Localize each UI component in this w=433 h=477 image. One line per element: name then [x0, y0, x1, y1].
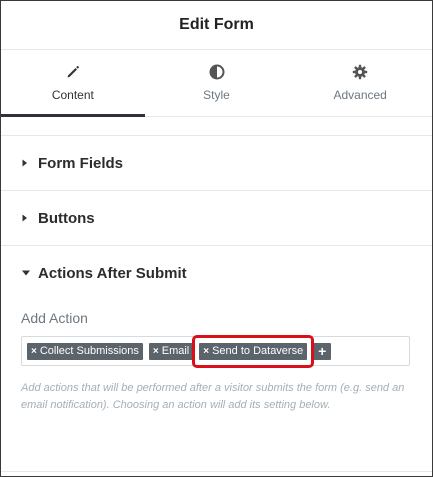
tab-style-label: Style — [203, 88, 230, 102]
remove-tag-icon[interactable]: × — [203, 346, 209, 357]
actions-section-body: Add Action × Collect Submissions × Email… — [1, 310, 432, 414]
section-title: Actions After Submit — [38, 264, 187, 282]
section-actions-after-submit[interactable]: Actions After Submit — [1, 245, 432, 300]
tab-content-label: Content — [51, 88, 94, 102]
tab-advanced[interactable]: Advanced — [288, 50, 432, 116]
action-tag-label: Send to Dataverse — [212, 345, 304, 357]
section-buttons[interactable]: Buttons — [1, 190, 432, 245]
half-circle-icon — [209, 64, 225, 80]
action-tag: × Email — [148, 342, 194, 360]
action-tag-highlighted: × Send to Dataverse — [192, 334, 315, 368]
caret-down-icon — [21, 269, 35, 277]
action-tag: × Collect Submissions — [27, 342, 143, 360]
tab-content[interactable]: Content — [1, 50, 145, 117]
remove-tag-icon[interactable]: × — [31, 346, 37, 357]
add-action-button[interactable]: + — [313, 342, 332, 360]
spacer — [1, 117, 432, 135]
pencil-icon — [66, 64, 80, 80]
remove-tag-icon[interactable]: × — [153, 346, 159, 357]
panel-title: Edit Form — [179, 16, 254, 33]
action-tag-label: Email — [161, 345, 190, 357]
caret-right-icon — [21, 158, 35, 168]
panel-tabs: Content Style Advanced — [1, 50, 432, 117]
add-action-label: Add Action — [21, 310, 88, 326]
action-tags-input[interactable]: × Collect Submissions × Email × Send to … — [21, 334, 410, 368]
panel-header: Edit Form — [1, 1, 432, 50]
edit-form-panel: Edit Form Content Style Advanced Form Fi… — [0, 0, 433, 477]
section-form-fields[interactable]: Form Fields — [1, 135, 432, 190]
section-title: Form Fields — [38, 154, 124, 172]
action-tag-label: Collect Submissions — [39, 345, 139, 357]
caret-right-icon — [21, 213, 35, 223]
help-text: Add actions that will be performed after… — [21, 382, 405, 411]
tab-advanced-label: Advanced — [333, 88, 387, 102]
gear-icon — [352, 64, 368, 80]
section-title: Buttons — [38, 209, 95, 227]
tab-style[interactable]: Style — [145, 50, 289, 116]
divider — [1, 471, 432, 472]
